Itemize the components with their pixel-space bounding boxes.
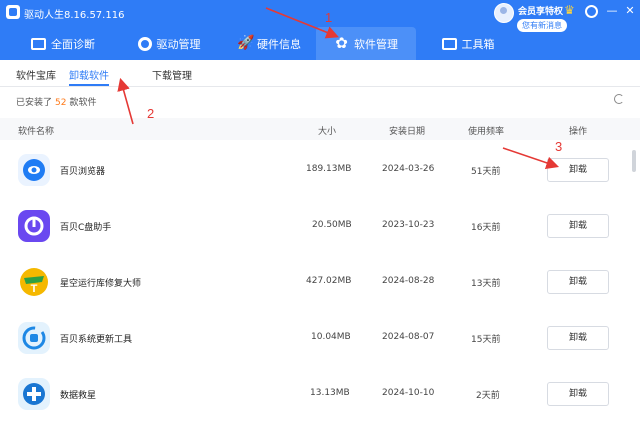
subtab-software-library[interactable]: 软件宝库: [16, 67, 56, 82]
title-bar: 驱动人生8.16.57.116 会员享特权 ♛ 您有新消息 — ✕: [0, 0, 640, 32]
app-title: 驱动人生8.16.57.116: [24, 10, 125, 21]
app-usage-frequency: 51天前: [471, 167, 501, 177]
app-size: 189.13MB: [306, 164, 352, 174]
tab-label: 驱动管理: [156, 37, 201, 51]
refresh-icon[interactable]: [614, 94, 624, 104]
header-date: 安装日期: [389, 127, 426, 137]
tab-label: 全面诊断: [51, 37, 95, 51]
svg-text:T: T: [31, 283, 38, 295]
app-usage-frequency: 15天前: [471, 335, 501, 345]
tab-driver-manager[interactable]: 驱动管理: [116, 27, 222, 60]
table-row: 数据救星 13.13MB 2024-10-10 2天前 卸载: [0, 366, 628, 422]
tab-software-manager[interactable]: ✿ 软件管理: [316, 27, 416, 60]
annotation-number-3: 3: [555, 139, 563, 154]
app-logo-icon: [6, 5, 20, 19]
annotation-number-1: 1: [325, 10, 333, 25]
subtab-download-manager[interactable]: 下载管理: [152, 67, 192, 82]
tab-label: 工具箱: [461, 37, 495, 51]
table-row: 百贝系统更新工具 10.04MB 2024-08-07 15天前 卸载: [0, 310, 628, 366]
uninstall-button[interactable]: 卸载: [547, 382, 609, 406]
app-name: 数据救星: [60, 391, 97, 401]
browser-icon: [18, 154, 50, 186]
app-name: 星空运行库修复大师: [60, 279, 142, 289]
header-name: 软件名称: [18, 127, 55, 137]
system-update-icon: [18, 322, 50, 354]
header-action: 操作: [569, 127, 588, 137]
app-install-date: 2024-08-28: [382, 276, 435, 286]
app-usage-frequency: 2天前: [476, 391, 500, 401]
uninstall-button[interactable]: 卸载: [547, 270, 609, 294]
app-install-date: 2023-10-23: [382, 220, 435, 230]
app-usage-frequency: 16天前: [471, 223, 501, 233]
table-row: T 星空运行库修复大师 427.02MB 2024-08-28 13天前 卸载: [0, 254, 628, 310]
tab-label: 硬件信息: [257, 37, 301, 51]
header-size: 大小: [318, 127, 337, 137]
vip-privilege-link[interactable]: 会员享特权: [518, 4, 563, 17]
app-install-date: 2024-10-10: [382, 388, 435, 398]
crown-icon: ♛: [564, 3, 575, 17]
user-avatar[interactable]: [494, 3, 514, 23]
count-number: 52: [55, 98, 67, 108]
top-bar: 驱动人生8.16.57.116 会员享特权 ♛ 您有新消息 — ✕ 全面诊断 驱…: [0, 0, 640, 60]
app-install-date: 2024-03-26: [382, 164, 435, 174]
app-name: 百贝浏览器: [60, 167, 106, 177]
close-button[interactable]: ✕: [622, 3, 638, 19]
installed-count: 已安装了 52 款软件: [16, 95, 96, 108]
app-install-date: 2024-08-07: [382, 332, 435, 342]
toolbox-icon: [441, 37, 457, 50]
header-frequency: 使用频率: [468, 127, 505, 137]
uninstall-button[interactable]: 卸载: [547, 214, 609, 238]
runtime-repair-icon: T: [18, 266, 50, 298]
count-suffix: 款软件: [69, 98, 97, 108]
active-subtab-indicator: [69, 84, 109, 86]
gear-icon: [137, 36, 152, 51]
app-size: 13.13MB: [310, 388, 350, 398]
monitor-icon: [31, 37, 46, 50]
flower-icon: ✿: [335, 34, 348, 52]
tab-hardware-info[interactable]: 🚀 硬件信息: [222, 27, 316, 60]
minimize-button[interactable]: —: [604, 3, 620, 19]
scrollbar[interactable]: [632, 150, 636, 172]
data-rescue-icon: [18, 378, 50, 410]
tab-toolbox[interactable]: 工具箱: [422, 27, 514, 60]
app-size: 20.50MB: [312, 220, 352, 230]
app-size: 427.02MB: [306, 276, 352, 286]
app-size: 10.04MB: [311, 332, 351, 342]
app-name: 百贝系统更新工具: [60, 335, 133, 345]
uninstall-button[interactable]: 卸载: [547, 158, 609, 182]
annotation-number-2: 2: [147, 106, 155, 121]
rocket-icon: 🚀: [237, 35, 255, 51]
uninstall-button[interactable]: 卸载: [547, 326, 609, 350]
table-row: 百贝C盘助手 20.50MB 2023-10-23 16天前 卸载: [0, 198, 628, 254]
table-row: 百贝浏览器 189.13MB 2024-03-26 51天前 卸载: [0, 142, 628, 198]
app-name: 百贝C盘助手: [60, 223, 112, 233]
sub-tabs: 软件宝库 卸载软件 下载管理: [0, 60, 640, 87]
subtab-uninstall[interactable]: 卸载软件: [69, 67, 109, 82]
settings-gear-icon[interactable]: [585, 5, 598, 18]
count-prefix: 已安装了: [16, 98, 53, 108]
disk-cleaner-icon: [18, 210, 50, 242]
table-header: 软件名称 大小 安装日期 使用频率 操作: [0, 118, 640, 140]
app-usage-frequency: 13天前: [471, 279, 501, 289]
main-nav: 全面诊断 驱动管理 🚀 硬件信息 ✿ 软件管理 工具箱: [0, 27, 640, 60]
tab-diagnosis[interactable]: 全面诊断: [16, 27, 110, 60]
tab-label: 软件管理: [354, 37, 398, 51]
